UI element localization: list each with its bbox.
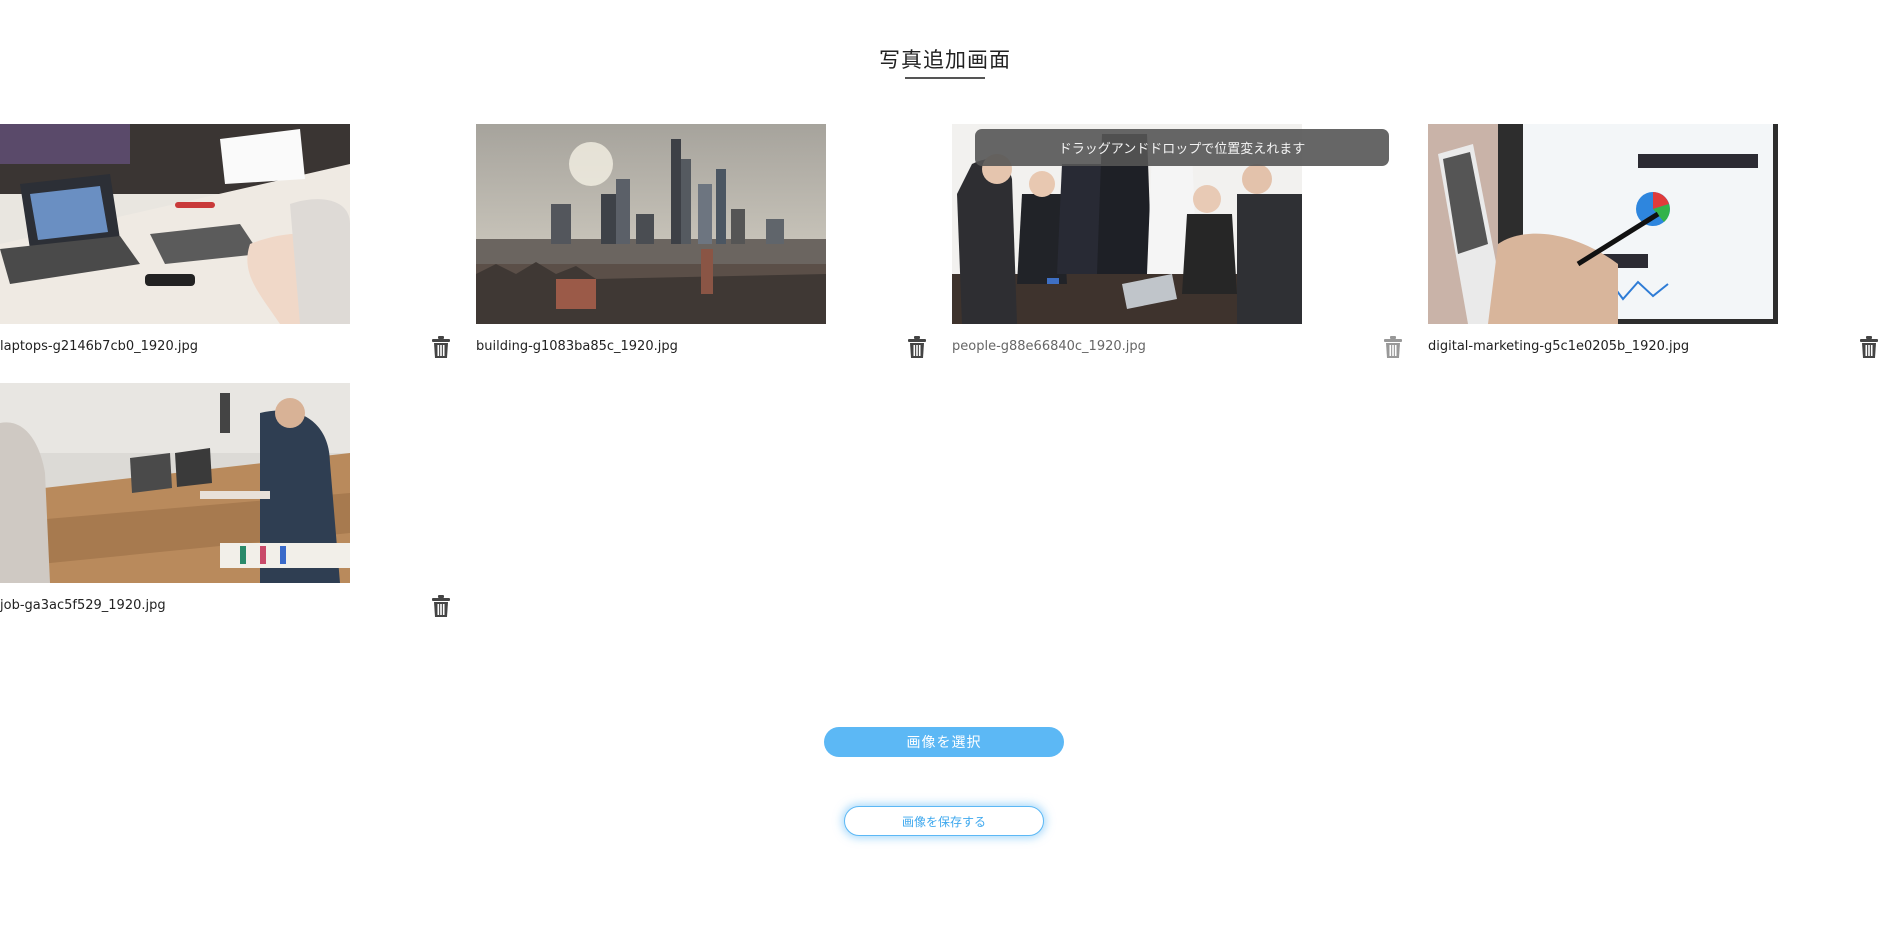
title-underline: [905, 77, 985, 79]
photo-card[interactable]: laptops-g2146b7cb0_1920.jpg: [0, 124, 450, 364]
photo-filename: people-g88e66840c_1920.jpg: [952, 339, 1146, 354]
trash-icon[interactable]: [432, 336, 450, 358]
trash-icon[interactable]: [1384, 336, 1402, 358]
save-images-button[interactable]: 画像を保存する: [844, 806, 1044, 836]
trash-icon[interactable]: [908, 336, 926, 358]
photo-thumbnail[interactable]: [476, 124, 826, 324]
select-image-button[interactable]: 画像を選択: [824, 727, 1064, 757]
photo-filename: laptops-g2146b7cb0_1920.jpg: [0, 339, 198, 354]
photo-add-page: 写真追加画面 laptops-g2146b7cb0_1920.jpg build…: [0, 0, 1890, 937]
photo-thumbnail[interactable]: [0, 383, 350, 583]
photo-filename: building-g1083ba85c_1920.jpg: [476, 339, 678, 354]
trash-icon[interactable]: [432, 595, 450, 617]
photo-thumbnail[interactable]: [0, 124, 350, 324]
photo-card[interactable]: digital-marketing-g5c1e0205b_1920.jpg: [1428, 124, 1878, 364]
photo-thumbnail[interactable]: [1428, 124, 1778, 324]
photo-card[interactable]: job-ga3ac5f529_1920.jpg: [0, 383, 450, 623]
trash-icon[interactable]: [1860, 336, 1878, 358]
page-title: 写真追加画面: [879, 48, 1011, 72]
photo-filename: digital-marketing-g5c1e0205b_1920.jpg: [1428, 339, 1690, 354]
drag-tooltip: ドラッグアンドドロップで位置変えれます: [975, 129, 1389, 166]
photo-card[interactable]: building-g1083ba85c_1920.jpg: [476, 124, 926, 364]
photo-filename: job-ga3ac5f529_1920.jpg: [0, 598, 166, 613]
